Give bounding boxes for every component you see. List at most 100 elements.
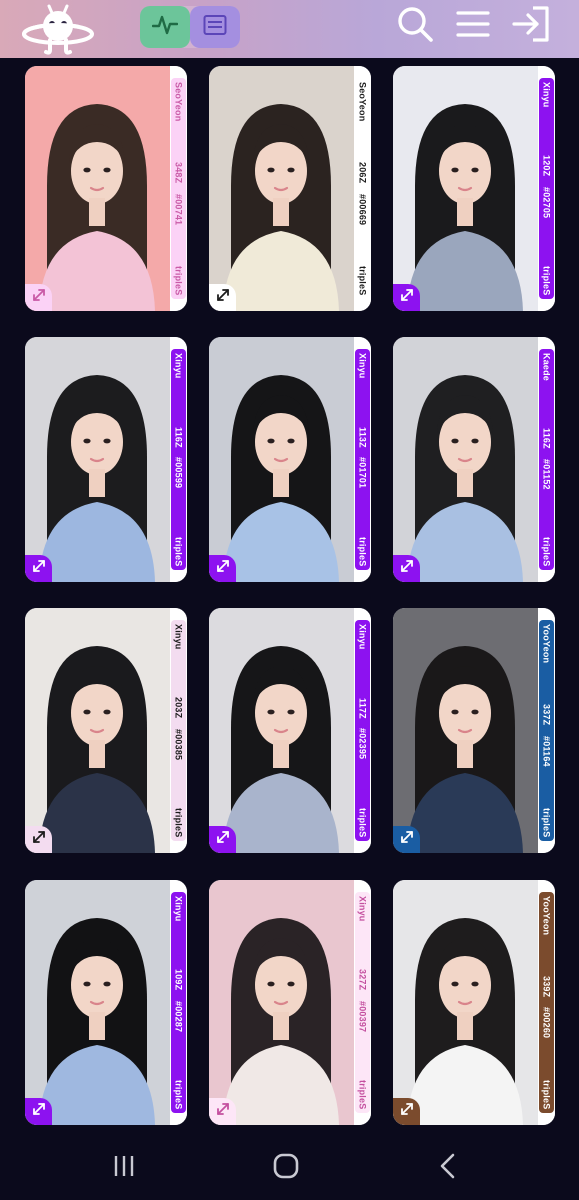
objekt-card[interactable]: SeoYeon 206Z #00669 tripleS — [209, 66, 371, 311]
collection-info: 348Z #00741 — [174, 162, 184, 225]
menu-icon — [455, 7, 491, 46]
group-name: tripleS — [541, 536, 552, 566]
collection-number: 327Z — [357, 969, 368, 991]
collection-info: 203Z #00385 — [174, 697, 184, 760]
objekt-photo — [25, 880, 170, 1125]
collection-number: 116Z — [173, 426, 184, 448]
expand-button[interactable] — [393, 826, 420, 853]
member-name: Xinyu — [541, 82, 552, 108]
collection-number: 116Z — [541, 428, 552, 449]
collection-info: 120Z #02705 — [542, 155, 552, 218]
expand-arrows-icon — [32, 559, 46, 578]
objekt-info-strip: Xinyu 327Z #00397 tripleS — [355, 892, 370, 1113]
expand-button[interactable] — [25, 1098, 52, 1125]
expand-button[interactable] — [209, 555, 236, 582]
member-name: Xinyu — [357, 896, 368, 922]
objekt-photo — [393, 66, 538, 311]
group-name: tripleS — [541, 265, 552, 295]
search-button[interactable] — [395, 6, 435, 46]
home-icon — [272, 1152, 300, 1185]
expand-arrows-icon — [400, 830, 414, 849]
objekt-card[interactable]: Xinyu 120Z #02705 tripleS — [393, 66, 555, 311]
objekt-photo — [25, 608, 170, 853]
expand-button[interactable] — [393, 1098, 420, 1125]
objekt-info-strip: Xinyu 203Z #00385 tripleS — [171, 620, 186, 841]
group-name: tripleS — [357, 807, 368, 837]
collection-number: 339Z — [541, 976, 552, 998]
sign-in-button[interactable] — [511, 5, 551, 48]
expand-button[interactable] — [209, 284, 236, 311]
collection-info: 206Z #00669 — [358, 162, 368, 225]
recent-apps-button[interactable] — [102, 1150, 146, 1186]
expand-button[interactable] — [25, 826, 52, 853]
expand-button[interactable] — [25, 284, 52, 311]
activity-toggle-button[interactable] — [140, 6, 190, 48]
objekt-photo — [209, 880, 354, 1125]
group-name: tripleS — [173, 807, 184, 837]
expand-arrows-icon — [216, 559, 230, 578]
expand-button[interactable] — [25, 555, 52, 582]
objekt-info-strip: YooYeon 337Z #01164 tripleS — [539, 620, 554, 841]
menu-button[interactable] — [453, 6, 493, 46]
group-name: tripleS — [173, 1079, 184, 1109]
expand-arrows-icon — [216, 288, 230, 307]
group-name: tripleS — [541, 1079, 552, 1109]
view-toggle — [140, 6, 240, 48]
objekt-photo — [209, 66, 354, 311]
expand-button[interactable] — [209, 1098, 236, 1125]
objekt-photo — [209, 337, 354, 582]
group-name: tripleS — [357, 536, 368, 566]
objekt-card[interactable]: YooYeon 339Z #00260 tripleS — [393, 880, 555, 1125]
objekt-photo — [25, 337, 170, 582]
expand-arrows-icon — [400, 559, 414, 578]
objekt-card[interactable]: Xinyu 116Z #00599 tripleS — [25, 337, 187, 582]
serial-number: #00397 — [357, 1000, 368, 1032]
collection-info: 337Z #01164 — [542, 704, 552, 766]
objekt-card[interactable]: Kaede 116Z #01152 tripleS — [393, 337, 555, 582]
collection-number: 120Z — [541, 155, 552, 177]
recent-apps-icon — [111, 1154, 137, 1183]
objekt-card[interactable]: Xinyu 109Z #00287 tripleS — [25, 880, 187, 1125]
expand-button[interactable] — [209, 826, 236, 853]
objekt-info-strip: YooYeon 339Z #00260 tripleS — [539, 892, 554, 1113]
objekt-info-strip: SeoYeon 348Z #00741 tripleS — [171, 78, 186, 299]
objekt-photo — [393, 608, 538, 853]
objekt-info-strip: Kaede 116Z #01152 tripleS — [539, 349, 554, 570]
collection-info: 327Z #00397 — [358, 969, 368, 1032]
collection-number: 117Z — [357, 697, 368, 719]
collection-number: 348Z — [173, 162, 184, 184]
serial-number: #00385 — [173, 728, 184, 760]
serial-number: #00260 — [541, 1007, 552, 1039]
objekt-photo — [209, 608, 354, 853]
system-navigation-bar — [0, 1138, 579, 1200]
serial-number: #00741 — [173, 193, 184, 225]
objekt-card[interactable]: Xinyu 203Z #00385 tripleS — [25, 608, 187, 853]
alien-planet-logo-icon[interactable] — [22, 4, 94, 56]
objekt-info-strip: SeoYeon 206Z #00669 tripleS — [355, 78, 370, 299]
collection-info: 109Z #00287 — [174, 969, 184, 1032]
back-button[interactable] — [426, 1150, 470, 1186]
expand-button[interactable] — [393, 284, 420, 311]
group-name: tripleS — [173, 265, 184, 295]
objekt-card[interactable]: YooYeon 337Z #01164 tripleS — [393, 608, 555, 853]
group-name: tripleS — [357, 265, 368, 295]
objekt-card[interactable]: Xinyu 117Z #02395 tripleS — [209, 608, 371, 853]
expand-arrows-icon — [216, 830, 230, 849]
member-name: SeoYeon — [357, 82, 368, 122]
serial-number: #01152 — [541, 458, 552, 490]
collection-number: 203Z — [173, 697, 184, 719]
collection-number: 206Z — [357, 162, 368, 184]
objekt-photo — [393, 880, 538, 1125]
sign-in-icon — [511, 5, 551, 48]
list-view-toggle-button[interactable] — [190, 6, 240, 48]
objekt-card[interactable]: Xinyu 327Z #00397 tripleS — [209, 880, 371, 1125]
objekt-card[interactable]: SeoYeon 348Z #00741 tripleS — [25, 66, 187, 311]
list-view-icon — [203, 14, 227, 41]
objekt-card[interactable]: Xinyu 113Z #01701 tripleS — [209, 337, 371, 582]
member-name: Xinyu — [173, 353, 184, 379]
home-button[interactable] — [264, 1150, 308, 1186]
activity-icon — [151, 14, 179, 41]
objekt-info-strip: Xinyu 109Z #00287 tripleS — [171, 892, 186, 1113]
expand-button[interactable] — [393, 555, 420, 582]
member-name: Kaede — [541, 353, 552, 382]
